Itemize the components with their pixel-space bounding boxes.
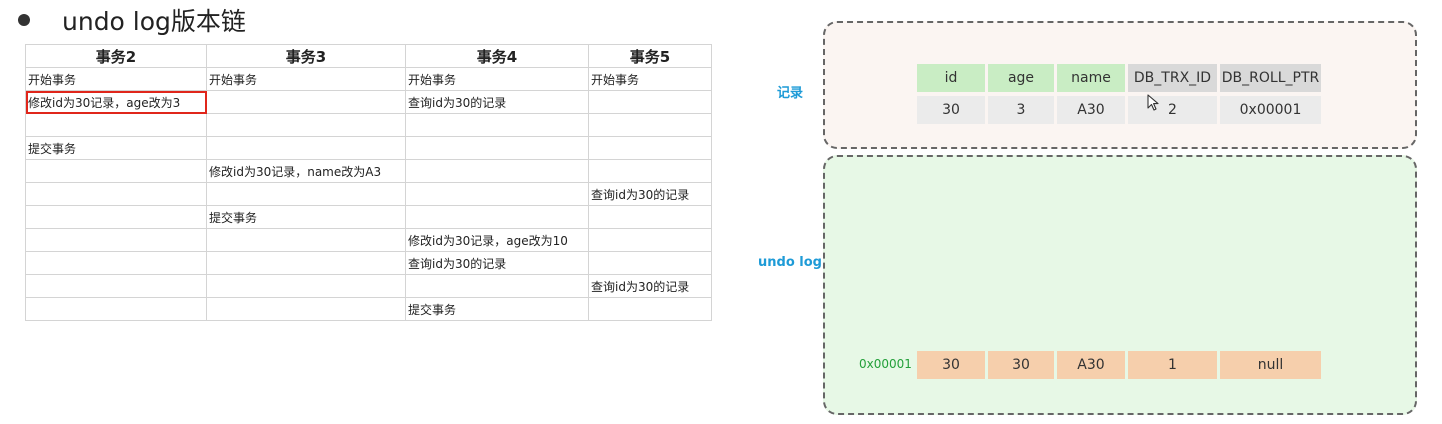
table-cell xyxy=(206,297,406,321)
table-row: 修改id为30记录，age改为3 查询id为30的记录 xyxy=(25,90,712,114)
column-db-roll-ptr: DB_ROLL_PTR xyxy=(1220,64,1321,92)
table-cell xyxy=(588,205,712,229)
table-cell: 提交事务 xyxy=(206,205,406,229)
table-row: 修改id为30记录，age改为10 xyxy=(25,228,712,252)
header-tx4: 事务4 xyxy=(405,44,589,68)
table-row: 查询id为30的记录 xyxy=(25,182,712,206)
table-cell: 查询id为30的记录 xyxy=(588,274,712,298)
table-cell xyxy=(588,113,712,137)
table-cell: 查询id为30的记录 xyxy=(405,251,589,275)
column-name: name xyxy=(1057,64,1125,92)
table-header-row: 事务2 事务3 事务4 事务5 xyxy=(25,44,712,68)
record-label: 记录 xyxy=(777,86,804,101)
undo-log-entry: 30 30 A30 1 null xyxy=(917,351,1321,379)
table-cell xyxy=(405,274,589,298)
record-roll-ptr: 0x00001 xyxy=(1220,96,1321,124)
undo-id: 30 xyxy=(917,351,985,379)
table-row: 提交事务 xyxy=(25,205,712,229)
table-cell xyxy=(405,136,589,160)
table-cell xyxy=(206,113,406,137)
table-cell xyxy=(405,113,589,137)
mouse-cursor-icon xyxy=(1147,94,1159,111)
table-row: 查询id为30的记录 xyxy=(25,251,712,275)
table-cell xyxy=(588,251,712,275)
table-cell: 开始事务 xyxy=(25,67,207,91)
table-cell xyxy=(206,90,406,114)
table-cell xyxy=(25,297,207,321)
table-cell: 查询id为30的记录 xyxy=(588,182,712,206)
undo-age: 30 xyxy=(988,351,1054,379)
table-cell xyxy=(25,274,207,298)
column-age: age xyxy=(988,64,1054,92)
table-cell: 开始事务 xyxy=(405,67,589,91)
record-header-row: id age name DB_TRX_ID DB_ROLL_PTR xyxy=(917,64,1321,92)
table-cell xyxy=(25,228,207,252)
header-tx5: 事务5 xyxy=(588,44,712,68)
table-cell xyxy=(206,228,406,252)
table-cell xyxy=(25,182,207,206)
table-cell xyxy=(25,251,207,275)
table-cell xyxy=(588,90,712,114)
column-id: id xyxy=(917,64,985,92)
table-cell xyxy=(25,205,207,229)
table-cell: 修改id为30记录，age改为10 xyxy=(405,228,589,252)
table-row: 提交事务 xyxy=(25,297,712,321)
table-cell xyxy=(206,251,406,275)
table-cell xyxy=(588,228,712,252)
slide-heading: undo log版本链 xyxy=(18,2,246,38)
header-tx3: 事务3 xyxy=(206,44,406,68)
highlighted-cell: 修改id为30记录，age改为3 xyxy=(25,90,207,114)
record-trx-id: 2 xyxy=(1128,96,1217,124)
table-cell: 提交事务 xyxy=(25,136,207,160)
table-cell xyxy=(405,205,589,229)
table-cell: 开始事务 xyxy=(206,67,406,91)
table-cell xyxy=(405,159,589,183)
table-cell xyxy=(25,113,207,137)
column-db-trx-id: DB_TRX_ID xyxy=(1128,64,1217,92)
table-cell: 提交事务 xyxy=(405,297,589,321)
table-cell: 查询id为30的记录 xyxy=(405,90,589,114)
undo-log-label: undo log xyxy=(758,255,822,270)
undo-trx-id: 1 xyxy=(1128,351,1217,379)
record-age: 3 xyxy=(988,96,1054,124)
undo-roll-ptr: null xyxy=(1220,351,1321,379)
table-cell xyxy=(405,182,589,206)
table-row: 开始事务 开始事务 开始事务 开始事务 xyxy=(25,67,712,91)
transaction-table: 事务2 事务3 事务4 事务5 开始事务 开始事务 开始事务 开始事务 修改id… xyxy=(25,44,712,321)
undo-address: 0x00001 xyxy=(859,357,912,371)
table-row: 提交事务 xyxy=(25,136,712,160)
table-cell xyxy=(206,274,406,298)
table-row: 修改id为30记录，name改为A3 xyxy=(25,159,712,183)
table-cell xyxy=(588,159,712,183)
record-value-row: 30 3 A30 2 0x00001 xyxy=(917,96,1321,124)
table-cell: 开始事务 xyxy=(588,67,712,91)
table-cell xyxy=(206,136,406,160)
record-id: 30 xyxy=(917,96,985,124)
table-cell xyxy=(206,182,406,206)
table-row xyxy=(25,113,712,137)
table-cell xyxy=(588,136,712,160)
record-name: A30 xyxy=(1057,96,1125,124)
undo-name: A30 xyxy=(1057,351,1125,379)
table-cell xyxy=(25,159,207,183)
table-row: 查询id为30的记录 xyxy=(25,274,712,298)
table-cell xyxy=(588,297,712,321)
bullet-icon xyxy=(18,14,30,26)
table-cell: 修改id为30记录，name改为A3 xyxy=(206,159,406,183)
header-tx2: 事务2 xyxy=(25,44,207,68)
slide-title: undo log版本链 xyxy=(62,7,246,36)
